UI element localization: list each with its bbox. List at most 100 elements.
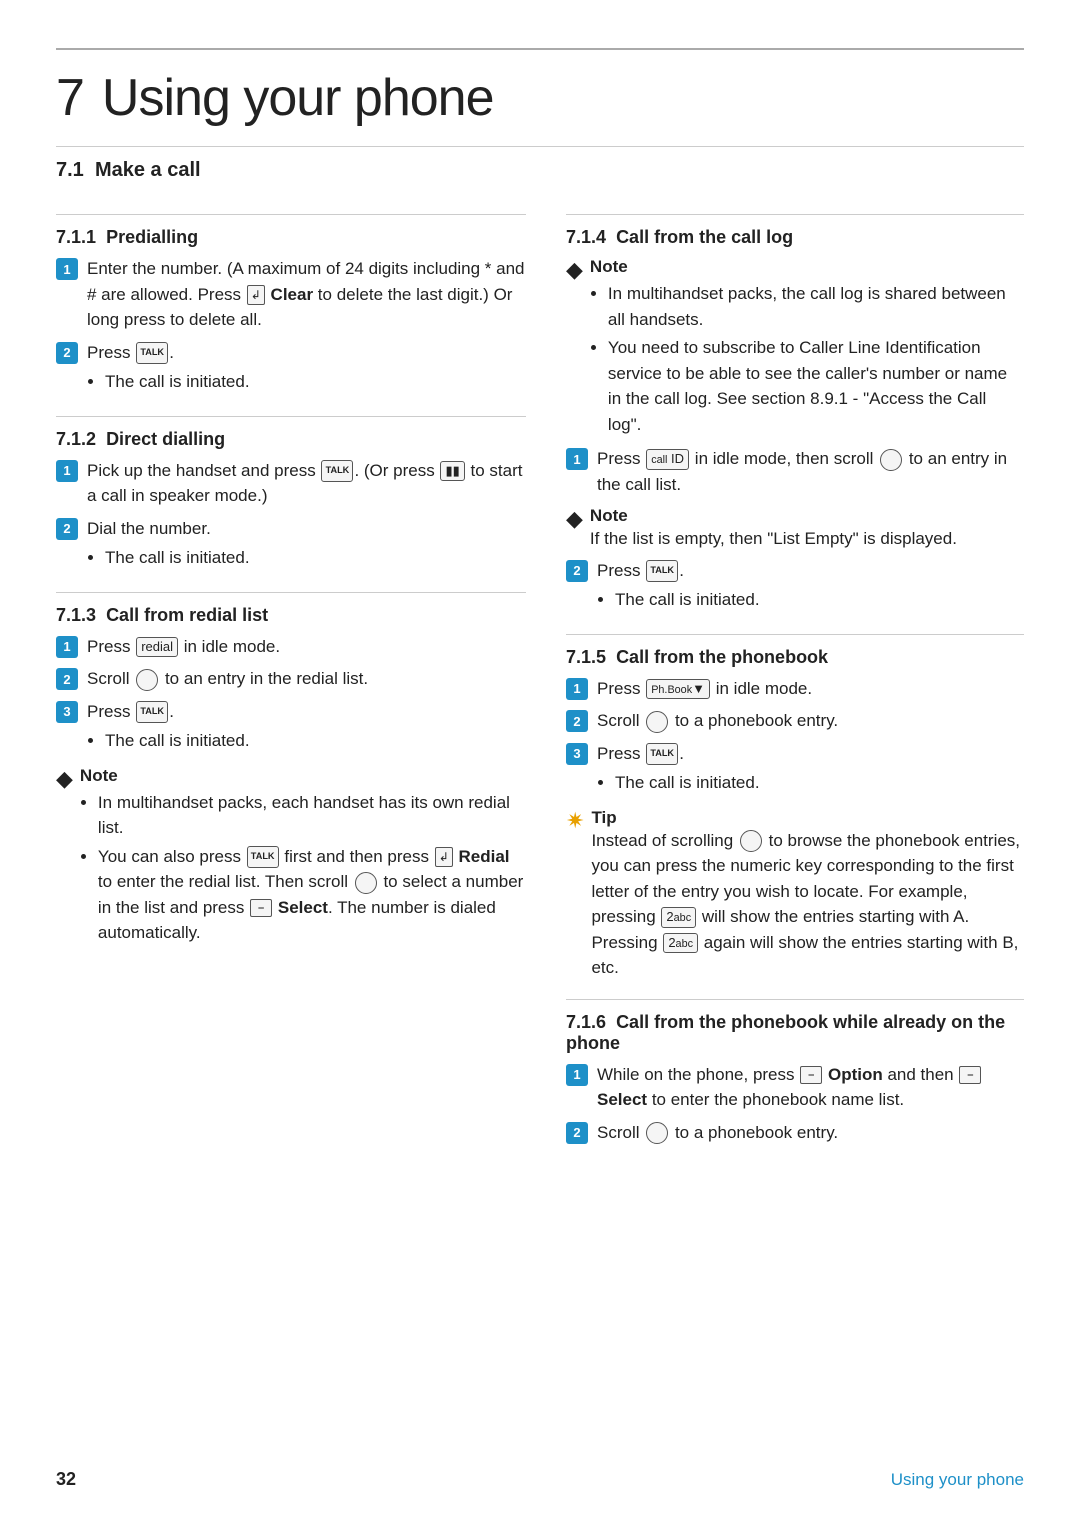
title-116: Call from the phonebook while already on… [566, 1012, 1005, 1053]
heading-111: 7.1.1 Predialling [56, 227, 526, 248]
note-label-113: Note [80, 766, 118, 785]
right-column: 7.1.4 Call from the call log ◆ Note In m… [566, 196, 1024, 1152]
text-114-2: Press TALK. The call is initiated. [597, 558, 1024, 616]
note-text-114b: If the list is empty, then "List Empty" … [590, 529, 957, 548]
title-113: Call from redial list [106, 605, 268, 625]
label-111: 7.1.1 [56, 227, 96, 247]
bullet-113-3: The call is initiated. [105, 728, 526, 754]
tip-box-115: ✷ Tip Instead of scrolling to browse the… [566, 807, 1024, 981]
rule-112 [56, 416, 526, 417]
text-112-1: Pick up the handset and press TALK. (Or … [87, 458, 526, 509]
bullet-text-115-3: The call is initiated. [615, 770, 1024, 796]
section-1-heading: 7.1 Make a call [56, 159, 1024, 182]
title-111: Predialling [106, 227, 198, 247]
redial-key: redial [136, 637, 178, 657]
clear-label: Clear [271, 285, 314, 304]
section-1-title: Make a call [95, 159, 201, 181]
note-content-113: Note In multihandset packs, each handset… [80, 765, 526, 949]
note-icon-114b: ◆ [566, 506, 583, 532]
bullet-114-2: The call is initiated. [615, 587, 1024, 613]
label-114: 7.1.4 [566, 227, 606, 247]
item-115-3: 3 Press TALK. The call is initiated. [566, 741, 1024, 799]
rule-115 [566, 634, 1024, 635]
note-bullet-113-1: In multihandset packs, each handset has … [98, 790, 526, 841]
softkey-select: ⎯ [959, 1066, 981, 1084]
key-2-2: 2abc [663, 933, 698, 953]
badge-112-1: 1 [56, 460, 78, 482]
item-112-2: 2 Dial the number. The call is initiated… [56, 516, 526, 574]
text-116-2: Scroll to a phonebook entry. [597, 1120, 1024, 1146]
talk-key-112: TALK [321, 460, 353, 482]
chapter-num: 7 [56, 69, 84, 127]
note-label-114b: Note [590, 506, 628, 525]
tip-icon-115: ✷ [566, 808, 584, 834]
item-111-2: 2 Press TALK. The call is initiated. [56, 340, 526, 398]
tip-label-115: Tip [591, 808, 616, 827]
tip-content-115: Tip Instead of scrolling to browse the p… [591, 807, 1024, 981]
label-115: 7.1.5 [566, 647, 606, 667]
note-icon-114: ◆ [566, 257, 583, 283]
talk-key-111: TALK [136, 342, 168, 364]
title-112: Direct dialling [106, 429, 225, 449]
bullet-text-113-3: The call is initiated. [105, 728, 526, 754]
nav-icon-tip [740, 830, 762, 852]
note-content-114: Note In multihandset packs, the call log… [590, 256, 1024, 440]
badge-113-1: 1 [56, 636, 78, 658]
text-114-1: Press call ID in idle mode, then scroll … [597, 446, 1024, 497]
talk-key-113: TALK [136, 701, 168, 723]
bullet-111-2: The call is initiated. [105, 369, 526, 395]
tip-text-115: Instead of scrolling to browse the phone… [591, 831, 1020, 978]
rule-113 [56, 592, 526, 593]
talk-key-115: TALK [646, 743, 678, 765]
label-116: 7.1.6 [566, 1012, 606, 1032]
badge-115-2: 2 [566, 710, 588, 732]
badge-116-1: 1 [566, 1064, 588, 1086]
nav-icon-114 [880, 449, 902, 471]
item-112-1: 1 Pick up the handset and press TALK. (O… [56, 458, 526, 509]
phbook-key: Ph.Book▼ [646, 679, 710, 699]
item-114-1: 1 Press call ID in idle mode, then scrol… [566, 446, 1024, 497]
note-bullets-114: In multihandset packs, the call log is s… [608, 281, 1024, 437]
heading-113: 7.1.3 Call from redial list [56, 605, 526, 626]
badge-114-1: 1 [566, 448, 588, 470]
top-rule [56, 48, 1024, 50]
bullet-115-3: The call is initiated. [615, 770, 1024, 796]
item-113-2: 2 Scroll to an entry in the redial list. [56, 666, 526, 692]
note-content-114b: Note If the list is empty, then "List Em… [590, 505, 957, 552]
section-rule-1 [56, 146, 1024, 147]
item-115-1: 1 Press Ph.Book▼ in idle mode. [566, 676, 1024, 702]
chapter-title: 7Using your phone [56, 68, 1024, 128]
item-116-1: 1 While on the phone, press ⎯ Option and… [566, 1062, 1024, 1113]
bullet-text-112-2: The call is initiated. [105, 545, 526, 571]
badge-115-3: 3 [566, 743, 588, 765]
badge-116-2: 2 [566, 1122, 588, 1144]
note-bullets-113: In multihandset packs, each handset has … [98, 790, 526, 946]
section-1-label: 7.1 [56, 159, 84, 181]
badge-115-1: 1 [566, 678, 588, 700]
nav-icon-116 [646, 1122, 668, 1144]
text-116-1: While on the phone, press ⎯ Option and t… [597, 1062, 1024, 1113]
nav-icon-115 [646, 711, 668, 733]
note-box-113: ◆ Note In multihandset packs, each hands… [56, 765, 526, 949]
badge-111-2: 2 [56, 342, 78, 364]
badge-111-1: 1 [56, 258, 78, 280]
clear-key: ↲ [247, 285, 265, 305]
item-114-2: 2 Press TALK. The call is initiated. [566, 558, 1024, 616]
clear-key-note: ↲ [435, 847, 453, 867]
title-114: Call from the call log [616, 227, 793, 247]
heading-116: 7.1.6 Call from the phonebook while alre… [566, 1012, 1024, 1054]
rule-114 [566, 214, 1024, 215]
nav-icon-note [355, 872, 377, 894]
talk-key-note: TALK [247, 846, 279, 868]
talk-key-114: TALK [646, 560, 678, 582]
note-label-114: Note [590, 257, 628, 276]
speaker-key: ▮▮ [440, 461, 464, 481]
text-111-1: Enter the number. (A maximum of 24 digit… [87, 256, 526, 333]
key-2-1: 2abc [661, 907, 696, 927]
badge-113-2: 2 [56, 668, 78, 690]
note-bullet-114-1: In multihandset packs, the call log is s… [608, 281, 1024, 332]
bullet-text-111-2: The call is initiated. [105, 369, 526, 395]
item-115-2: 2 Scroll to a phonebook entry. [566, 708, 1024, 734]
text-113-2: Scroll to an entry in the redial list. [87, 666, 526, 692]
rule-111 [56, 214, 526, 215]
